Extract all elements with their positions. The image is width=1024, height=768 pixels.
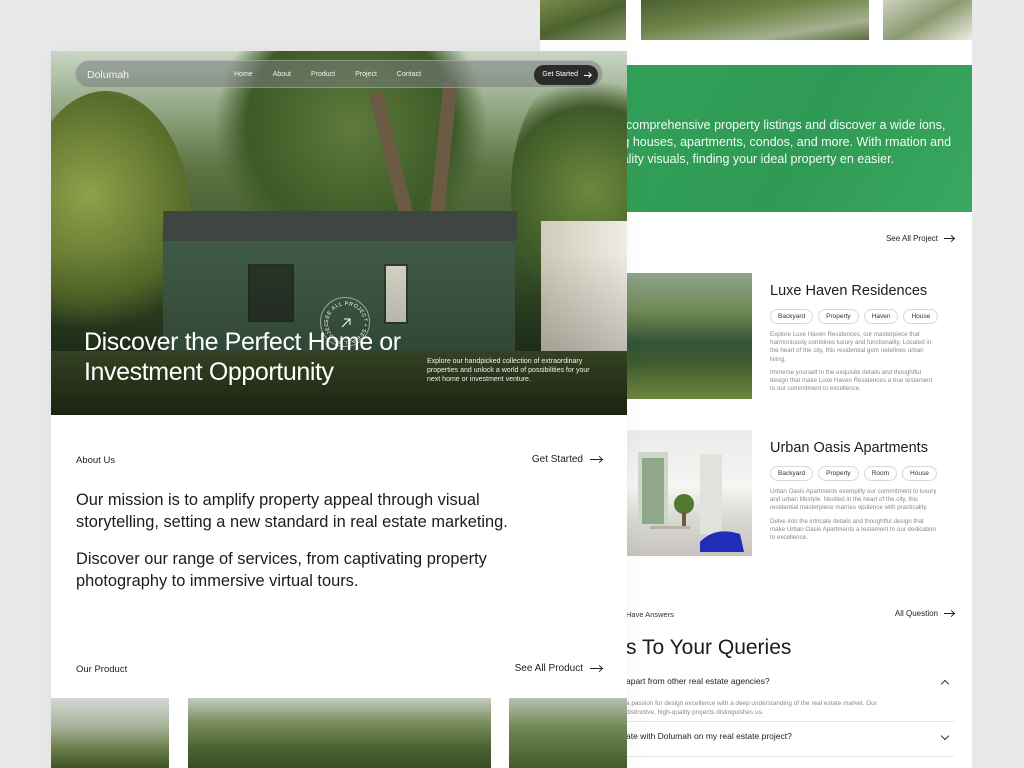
hero-section: Dolumah Home About Product Project Conta… bbox=[51, 51, 627, 415]
tag[interactable]: Property bbox=[818, 309, 859, 324]
top-image-strip bbox=[540, 0, 972, 40]
project-thumbnail[interactable] bbox=[641, 0, 869, 40]
nav-link-about[interactable]: About bbox=[273, 71, 291, 78]
project-thumbnail[interactable] bbox=[540, 0, 626, 40]
about-label: About Us bbox=[76, 455, 116, 466]
mission-statement: Our mission is to amplify property appea… bbox=[76, 491, 508, 531]
project-image[interactable] bbox=[620, 430, 752, 556]
project-description: Urban Oasis Apartments exemplify our com… bbox=[770, 488, 938, 542]
project-desc-paragraph: Urban Oasis Apartments exemplify our com… bbox=[770, 488, 937, 512]
nav-link-contact[interactable]: Contact bbox=[397, 71, 421, 78]
all-question-link[interactable]: All Question bbox=[895, 609, 954, 618]
tag[interactable]: Backyard bbox=[770, 466, 814, 481]
project-image[interactable] bbox=[620, 273, 752, 399]
faq-answer: a passion for design excellence with a d… bbox=[626, 700, 877, 716]
get-started-label: Get Started bbox=[542, 71, 578, 78]
tag[interactable]: Haven bbox=[863, 309, 899, 324]
project-desc-paragraph: Explore Luxe Haven Residences, our maste… bbox=[770, 331, 932, 363]
product-image[interactable] bbox=[51, 698, 169, 768]
get-started-button[interactable]: Get Started bbox=[534, 65, 598, 85]
all-question-label: All Question bbox=[894, 609, 938, 618]
faq-question[interactable]: apart from other real estate agencies? bbox=[626, 676, 954, 686]
arrow-right-icon bbox=[590, 668, 602, 669]
see-all-project-link[interactable]: See All Project bbox=[886, 234, 954, 243]
nav-link-project[interactable]: Project bbox=[355, 71, 377, 78]
tag-list: Backyard Property Room House bbox=[770, 466, 937, 481]
tag[interactable]: Property bbox=[818, 466, 859, 481]
hero-subtitle: Explore our handpicked collection of ext… bbox=[427, 358, 590, 383]
faq-question[interactable]: ate with Dolumah on my real estate proje… bbox=[626, 731, 954, 741]
front-page: Dolumah Home About Product Project Conta… bbox=[51, 51, 627, 768]
nav-link-product[interactable]: Product bbox=[311, 71, 335, 78]
logo[interactable]: Dolumah bbox=[87, 69, 129, 81]
get-started-link[interactable]: Get Started bbox=[532, 454, 602, 465]
project-title[interactable]: Luxe Haven Residences bbox=[770, 283, 927, 299]
see-all-product-link[interactable]: See All Product bbox=[515, 663, 602, 674]
project-description: Explore Luxe Haven Residences, our maste… bbox=[770, 331, 938, 393]
see-all-project-label: See All Project bbox=[885, 234, 938, 243]
faq-item[interactable]: apart from other real estate agencies? a… bbox=[626, 676, 954, 722]
faq-section-label: Have Answers bbox=[626, 610, 674, 619]
tag-list: Backyard Property Haven House bbox=[770, 309, 939, 324]
nav-links: Home About Product Project Contact bbox=[234, 71, 421, 78]
navbar: Dolumah Home About Product Project Conta… bbox=[75, 60, 603, 88]
faq-item[interactable]: ate with Dolumah on my real estate proje… bbox=[626, 731, 954, 757]
tag[interactable]: House bbox=[903, 309, 939, 324]
project-desc-paragraph: Immerse yourself in the exquisite detail… bbox=[770, 368, 933, 393]
product-image[interactable] bbox=[188, 698, 491, 768]
arrow-right-icon bbox=[584, 75, 591, 76]
interior-illustration bbox=[638, 452, 744, 552]
see-all-product-label: See All Product bbox=[514, 663, 583, 674]
product-label: Our Product bbox=[76, 664, 128, 675]
tag[interactable]: House bbox=[902, 466, 937, 481]
arrow-right-icon bbox=[944, 238, 954, 239]
tag[interactable]: Backyard bbox=[770, 309, 814, 324]
product-image[interactable] bbox=[509, 698, 627, 768]
project-title[interactable]: Urban Oasis Apartments bbox=[770, 440, 928, 456]
hero-title: Discover the Perfect Home or Investment … bbox=[84, 328, 401, 386]
services-statement: Discover our range of services, from cap… bbox=[76, 550, 487, 590]
project-thumbnail[interactable] bbox=[883, 0, 972, 40]
arrow-right-icon bbox=[590, 459, 602, 460]
listings-text: ugh our comprehensive property listings … bbox=[580, 118, 952, 166]
project-desc-paragraph: Delve into the intricate details and tho… bbox=[770, 517, 936, 542]
tag[interactable]: Room bbox=[863, 466, 898, 481]
get-started-link-label: Get Started bbox=[531, 454, 583, 465]
nav-link-home[interactable]: Home bbox=[234, 71, 253, 78]
arrow-right-icon bbox=[944, 613, 954, 614]
faq-title: s To Your Queries bbox=[626, 636, 792, 659]
